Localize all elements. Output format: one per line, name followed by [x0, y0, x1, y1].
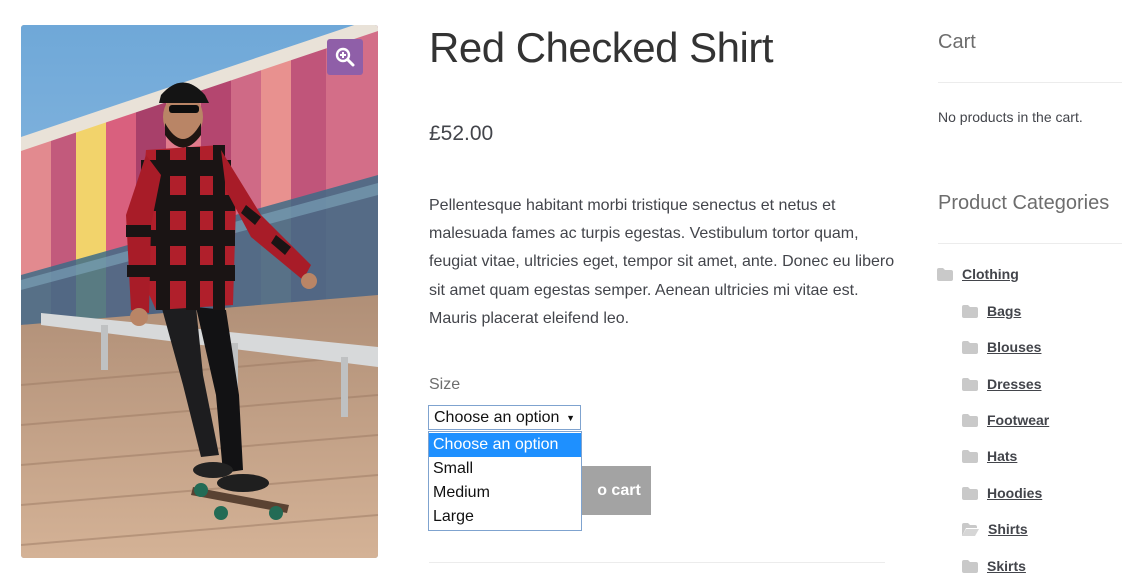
cart-widget-title: Cart — [938, 31, 976, 53]
folder-icon — [962, 377, 978, 391]
size-select-value: Choose an option — [434, 408, 560, 426]
category-item-skirts[interactable]: Skirts — [962, 558, 1026, 574]
category-link[interactable]: Dresses — [987, 376, 1042, 392]
size-select[interactable]: Choose an option ▼ — [428, 405, 581, 430]
category-item-shirts[interactable]: Shirts — [962, 521, 1028, 537]
category-link[interactable]: Hoodies — [987, 485, 1042, 501]
product-price: £52.00 — [429, 122, 494, 145]
folder-open-icon — [962, 522, 979, 536]
folder-icon — [962, 486, 978, 500]
zoom-button[interactable] — [327, 39, 363, 75]
size-option[interactable]: Choose an option — [429, 433, 581, 457]
category-link[interactable]: Shirts — [988, 521, 1028, 537]
category-link[interactable]: Clothing — [962, 266, 1019, 282]
product-title: Red Checked Shirt — [429, 24, 774, 71]
category-item-blouses[interactable]: Blouses — [962, 339, 1041, 355]
category-item-dresses[interactable]: Dresses — [962, 376, 1042, 392]
add-to-cart-label: o cart — [597, 481, 641, 499]
category-item-hats[interactable]: Hats — [962, 448, 1017, 464]
category-item-footwear[interactable]: Footwear — [962, 412, 1049, 428]
category-link[interactable]: Bags — [987, 303, 1021, 319]
cart-widget-divider — [938, 82, 1122, 83]
product-image — [21, 25, 378, 558]
categories-widget-title: Product Categories — [938, 192, 1110, 214]
categories-widget-divider — [938, 243, 1122, 244]
size-dropdown-list[interactable]: Choose an option Small Medium Large — [428, 431, 582, 531]
magnifier-plus-icon — [335, 47, 355, 67]
size-option[interactable]: Small — [429, 457, 581, 481]
category-link[interactable]: Footwear — [987, 412, 1049, 428]
folder-icon — [962, 413, 978, 427]
folder-icon — [962, 304, 978, 318]
folder-icon — [962, 559, 978, 573]
category-item-hoodies[interactable]: Hoodies — [962, 485, 1042, 501]
product-photo — [21, 25, 378, 558]
category-item-clothing[interactable]: Clothing — [937, 266, 1019, 282]
folder-icon — [937, 267, 953, 281]
size-option[interactable]: Medium — [429, 481, 581, 505]
category-link[interactable]: Skirts — [987, 558, 1026, 574]
dropdown-arrow-icon: ▼ — [566, 412, 575, 423]
cart-empty-message: No products in the cart. — [938, 109, 1083, 125]
product-description: Pellentesque habitant morbi tristique se… — [429, 197, 895, 327]
folder-icon — [962, 449, 978, 463]
size-option[interactable]: Large — [429, 505, 581, 529]
size-label: Size — [429, 376, 461, 393]
folder-icon — [962, 340, 978, 354]
category-item-bags[interactable]: Bags — [962, 303, 1021, 319]
category-link[interactable]: Blouses — [987, 339, 1041, 355]
summary-divider — [429, 562, 885, 563]
category-link[interactable]: Hats — [987, 448, 1017, 464]
